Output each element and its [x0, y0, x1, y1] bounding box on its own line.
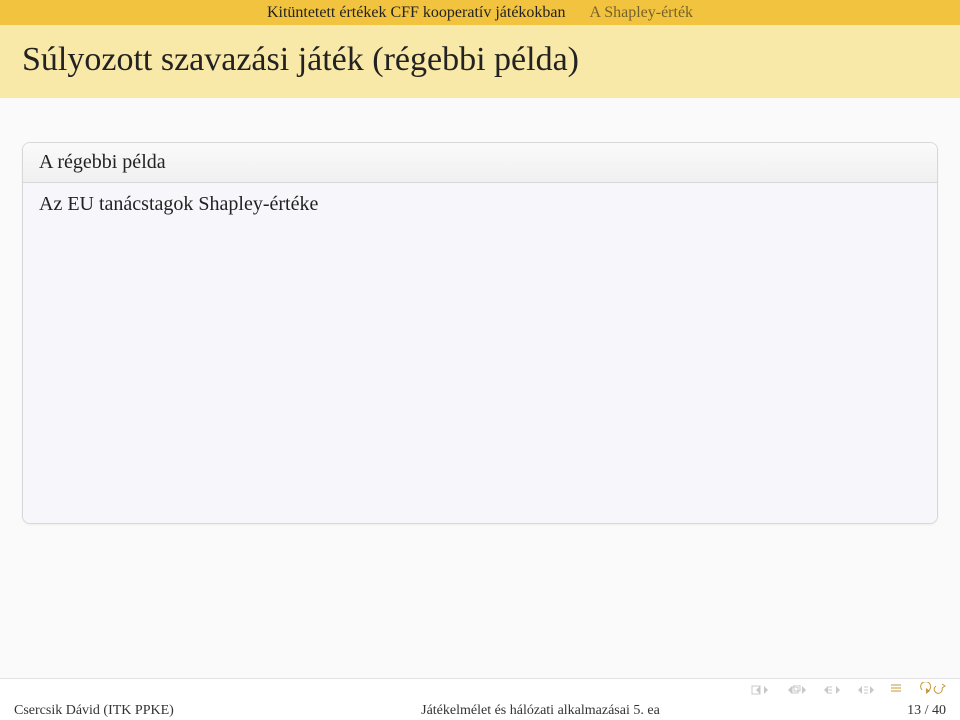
block-heading: A régebbi példa: [23, 143, 937, 183]
nav-section[interactable]: Kitüntetett értékek CFF kooperatív játék…: [267, 4, 566, 22]
footer: Csercsik Dávid (ITK PPKE) Játékelmélet é…: [0, 678, 960, 720]
footer-info: Csercsik Dávid (ITK PPKE) Játékelmélet é…: [0, 701, 960, 720]
nav-prev-icon[interactable]: [784, 685, 806, 695]
footer-page: 13 / 40: [907, 703, 946, 719]
nav-refresh-icon[interactable]: [918, 682, 946, 699]
nav-mode-icon[interactable]: [890, 682, 902, 698]
section-nav: Kitüntetett értékek CFF kooperatív játék…: [0, 0, 960, 25]
nav-back-icon[interactable]: [822, 685, 840, 695]
title-bar: Súlyozott szavazási játék (régebbi példa…: [0, 25, 960, 98]
block-body: Az EU tanácstagok Shapley-értéke: [23, 183, 937, 523]
nav-first-group: [750, 685, 768, 695]
nav-prev-group: [784, 685, 806, 695]
nav-first-icon[interactable]: [750, 685, 768, 695]
nav-fwd-icon[interactable]: [856, 685, 874, 695]
footer-lecture: Játékelmélet és hálózati alkalmazásai 5.…: [174, 703, 907, 719]
footer-author: Csercsik Dávid (ITK PPKE): [14, 703, 174, 719]
block-line: Az EU tanácstagok Shapley-értéke: [39, 193, 921, 216]
nav-subsection[interactable]: A Shapley-érték: [590, 4, 694, 22]
content-area: A régebbi példa Az EU tanácstagok Shaple…: [0, 98, 960, 524]
footer-controls: [0, 679, 960, 701]
nav-fwd-group: [856, 685, 874, 695]
nav-back-group: [822, 685, 840, 695]
example-block: A régebbi példa Az EU tanácstagok Shaple…: [22, 142, 938, 524]
slide-title: Súlyozott szavazási játék (régebbi példa…: [22, 41, 938, 79]
